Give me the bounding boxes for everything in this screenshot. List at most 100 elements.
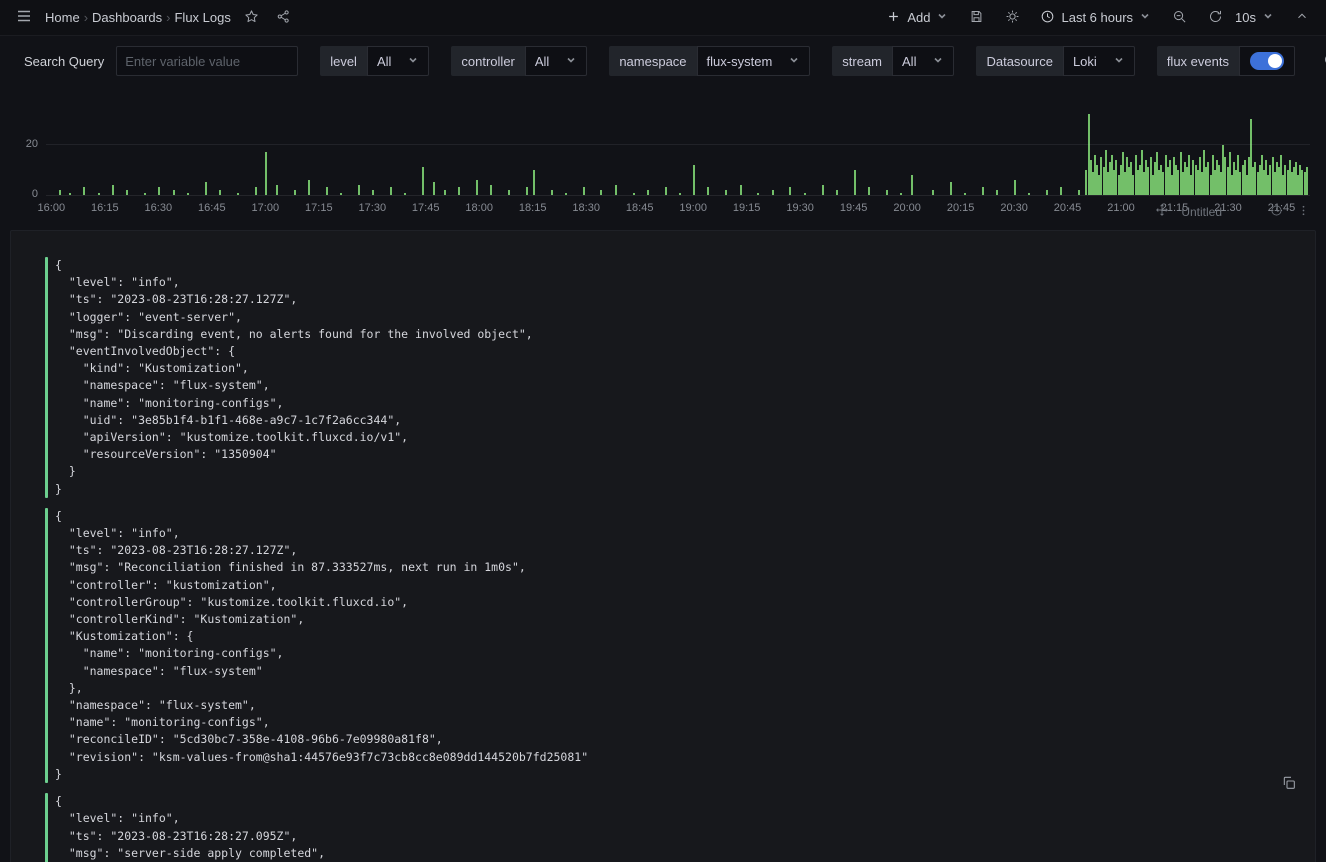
histogram-bar <box>144 193 146 196</box>
panel-drag-handle[interactable] <box>1153 201 1171 222</box>
namespace-dropdown[interactable]: flux-system <box>697 46 811 76</box>
refresh-icon <box>1208 9 1223 27</box>
variable-namespace: namespace flux-system <box>609 46 810 76</box>
copy-log-line-button[interactable] <box>1277 771 1301 798</box>
histogram-bar <box>265 152 267 195</box>
histogram-bar <box>932 190 934 195</box>
dashboard-settings-button[interactable] <box>998 4 1026 32</box>
variable-search-query: Search Query <box>24 46 298 76</box>
histogram-bar <box>633 193 635 196</box>
histogram-bar <box>404 193 406 196</box>
sync-variables-button[interactable] <box>1317 47 1326 75</box>
refresh-interval-picker[interactable]: 10s <box>1229 4 1280 32</box>
histogram-bar <box>533 170 535 195</box>
dashboard-variables-row: Search Query level All controller All na… <box>0 36 1326 88</box>
histogram-bar <box>583 187 585 195</box>
histogram-bar <box>551 190 553 195</box>
breadcrumb-dashboards[interactable]: Dashboards <box>89 10 165 25</box>
copy-icon <box>1281 779 1297 794</box>
histogram-bar <box>600 190 602 195</box>
x-axis-tick-label: 20:00 <box>893 202 921 214</box>
x-axis-tick-label: 19:15 <box>733 202 761 214</box>
search-query-input[interactable] <box>116 46 298 76</box>
panel-menu-button[interactable] <box>1295 202 1312 222</box>
save-dashboard-button[interactable] <box>962 4 990 32</box>
histogram-bar <box>836 190 838 195</box>
variable-stream: stream All <box>832 46 954 76</box>
chevron-down-icon <box>1262 10 1274 25</box>
histogram-bar <box>458 187 460 195</box>
histogram-bar <box>725 190 727 195</box>
histogram-bar <box>757 193 759 196</box>
histogram-bar <box>1306 167 1308 195</box>
histogram-bar <box>740 185 742 195</box>
chevron-down-icon <box>788 54 800 69</box>
x-axis-tick-label: 19:30 <box>786 202 814 214</box>
histogram-bar <box>433 182 435 195</box>
variable-label: level <box>320 46 367 76</box>
x-axis-tick-label: 17:45 <box>412 202 440 214</box>
histogram-bar <box>158 187 160 195</box>
x-axis-tick-label: 18:15 <box>519 202 547 214</box>
add-panel-button[interactable]: Add <box>880 4 954 32</box>
zoom-out-time-button[interactable] <box>1165 4 1193 32</box>
histogram-bar <box>950 182 952 195</box>
save-icon <box>969 9 984 27</box>
histogram-bar <box>647 190 649 195</box>
chart-x-axis: 16:0016:1516:3016:4517:0017:1517:3017:45… <box>46 202 1310 216</box>
histogram-bar <box>508 190 510 195</box>
breadcrumb-home[interactable]: Home <box>42 10 83 25</box>
histogram-bar <box>693 165 695 195</box>
histogram-bar <box>772 190 774 195</box>
histogram-bar <box>372 190 374 195</box>
datasource-selected-value: Loki <box>1073 54 1097 69</box>
histogram-bar <box>707 187 709 195</box>
x-axis-tick-label: 16:00 <box>38 202 66 214</box>
log-line-json: { "level": "info", "ts": "2023-08-23T16:… <box>55 257 533 498</box>
chart-plot[interactable]: 020 <box>46 94 1310 196</box>
flux-events-toggle[interactable] <box>1250 52 1284 70</box>
histogram-bar <box>1014 180 1016 195</box>
histogram-bar <box>59 190 61 195</box>
x-axis-tick-label: 20:15 <box>947 202 975 214</box>
kebab-menu-icon <box>1297 204 1310 220</box>
panel-time-info-button[interactable] <box>1268 202 1285 222</box>
breadcrumb: Home › Dashboards › Flux Logs <box>42 10 234 25</box>
datasource-dropdown[interactable]: Loki <box>1063 46 1135 76</box>
variable-label: stream <box>832 46 892 76</box>
chevron-down-icon <box>932 54 944 69</box>
log-entry[interactable]: { "level": "info", "ts": "2023-08-23T16:… <box>45 508 1275 783</box>
log-entry[interactable]: { "level": "info", "ts": "2023-08-23T16:… <box>45 793 1275 862</box>
time-range-picker[interactable]: Last 6 hours <box>1034 4 1157 32</box>
level-dropdown[interactable]: All <box>367 46 429 76</box>
stream-selected-value: All <box>902 54 916 69</box>
gridline <box>46 144 1310 145</box>
log-entry[interactable]: { "level": "info", "ts": "2023-08-23T16:… <box>45 257 1275 498</box>
controller-selected-value: All <box>535 54 549 69</box>
x-axis-tick-label: 20:30 <box>1000 202 1028 214</box>
collapse-toolbar-button[interactable] <box>1288 4 1316 32</box>
move-icon <box>1155 203 1169 220</box>
log-line-json: { "level": "info", "ts": "2023-08-23T16:… <box>55 793 408 862</box>
stream-dropdown[interactable]: All <box>892 46 954 76</box>
hamburger-menu-button[interactable] <box>10 4 38 32</box>
histogram-bar <box>665 187 667 195</box>
x-axis-tick-label: 17:15 <box>305 202 333 214</box>
variable-label: namespace <box>609 46 696 76</box>
log-level-indicator <box>45 508 48 783</box>
favorite-dashboard-button[interactable] <box>238 4 266 32</box>
chevron-down-icon <box>1139 10 1151 25</box>
histogram-bar <box>1046 190 1048 195</box>
histogram-bar <box>490 185 492 195</box>
controller-dropdown[interactable]: All <box>525 46 587 76</box>
variable-level: level All <box>320 46 429 76</box>
refresh-dashboard-button[interactable] <box>1201 4 1229 32</box>
histogram-bar <box>868 187 870 195</box>
add-button-label: Add <box>907 10 930 25</box>
histogram-bar <box>205 182 207 195</box>
refresh-interval-label: 10s <box>1235 10 1256 25</box>
share-dashboard-button[interactable] <box>270 4 298 32</box>
histogram-bar <box>526 187 528 195</box>
breadcrumb-current-dashboard[interactable]: Flux Logs <box>171 10 233 25</box>
add-icon <box>886 9 901 27</box>
